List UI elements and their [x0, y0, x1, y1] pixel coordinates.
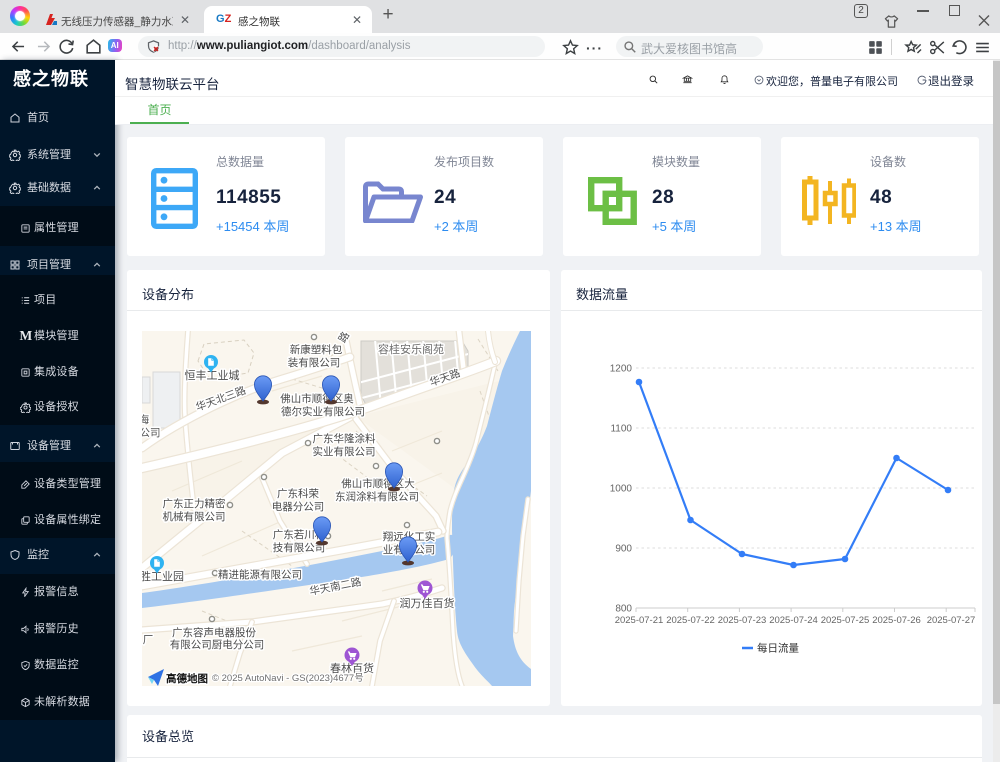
svg-text:800: 800 [615, 604, 632, 615]
svg-text:2025-07-23: 2025-07-23 [718, 615, 767, 626]
svg-text:2025-07-21: 2025-07-21 [615, 615, 664, 626]
svg-text:每日流量: 每日流量 [757, 642, 799, 655]
svg-text:广东科荣: 广东科荣 [277, 487, 319, 500]
svg-text:海: 海 [142, 413, 150, 426]
svg-text:电器分公司: 电器分公司 [272, 500, 325, 513]
svg-text:机械有限公司: 机械有限公司 [163, 510, 226, 523]
svg-text:新康塑料包: 新康塑料包 [290, 343, 343, 356]
svg-text:© 2025 AutoNavi - GS(2023)4677: © 2025 AutoNavi - GS(2023)4677号 [212, 673, 364, 684]
svg-text:2025-07-26: 2025-07-26 [872, 615, 921, 626]
svg-text:1100: 1100 [610, 424, 632, 435]
svg-text:2025-07-22: 2025-07-22 [666, 615, 715, 626]
svg-text:装有限公司: 装有限公司 [288, 356, 341, 369]
svg-text:2025-07-27: 2025-07-27 [927, 615, 976, 626]
svg-text:实业有限公司: 实业有限公司 [313, 445, 376, 458]
svg-text:1000: 1000 [610, 484, 633, 495]
svg-text:900: 900 [615, 544, 632, 555]
svg-text:2025-07-24: 2025-07-24 [769, 615, 818, 626]
svg-text:润万佳百货: 润万佳百货 [400, 596, 455, 610]
svg-text:容桂安乐阁苑: 容桂安乐阁苑 [378, 342, 444, 356]
svg-text:胜工业园: 胜工业园 [142, 569, 184, 583]
svg-text:广东容声电器股份: 广东容声电器股份 [172, 626, 256, 639]
svg-text:高德地图: 高德地图 [166, 672, 208, 685]
svg-text:东润涂料有限公司: 东润涂料有限公司 [335, 490, 419, 503]
svg-text:厂: 厂 [143, 634, 154, 646]
svg-text:广东正力精密: 广东正力精密 [163, 497, 226, 510]
svg-text:2025-07-25: 2025-07-25 [821, 615, 870, 626]
svg-text:公司: 公司 [142, 427, 161, 439]
svg-text:1200: 1200 [610, 364, 633, 375]
svg-text:德尔实业有限公司: 德尔实业有限公司 [281, 405, 365, 418]
svg-text:有限公司厨电分公司: 有限公司厨电分公司 [170, 638, 265, 651]
svg-text:广东华隆涂料: 广东华隆涂料 [313, 432, 376, 445]
svg-text:精进能源有限公司: 精进能源有限公司 [218, 568, 302, 581]
svg-text:佛山市顺德区大: 佛山市顺德区大 [341, 477, 415, 490]
svg-text:佛山市顺德区奥: 佛山市顺德区奥 [280, 392, 354, 405]
